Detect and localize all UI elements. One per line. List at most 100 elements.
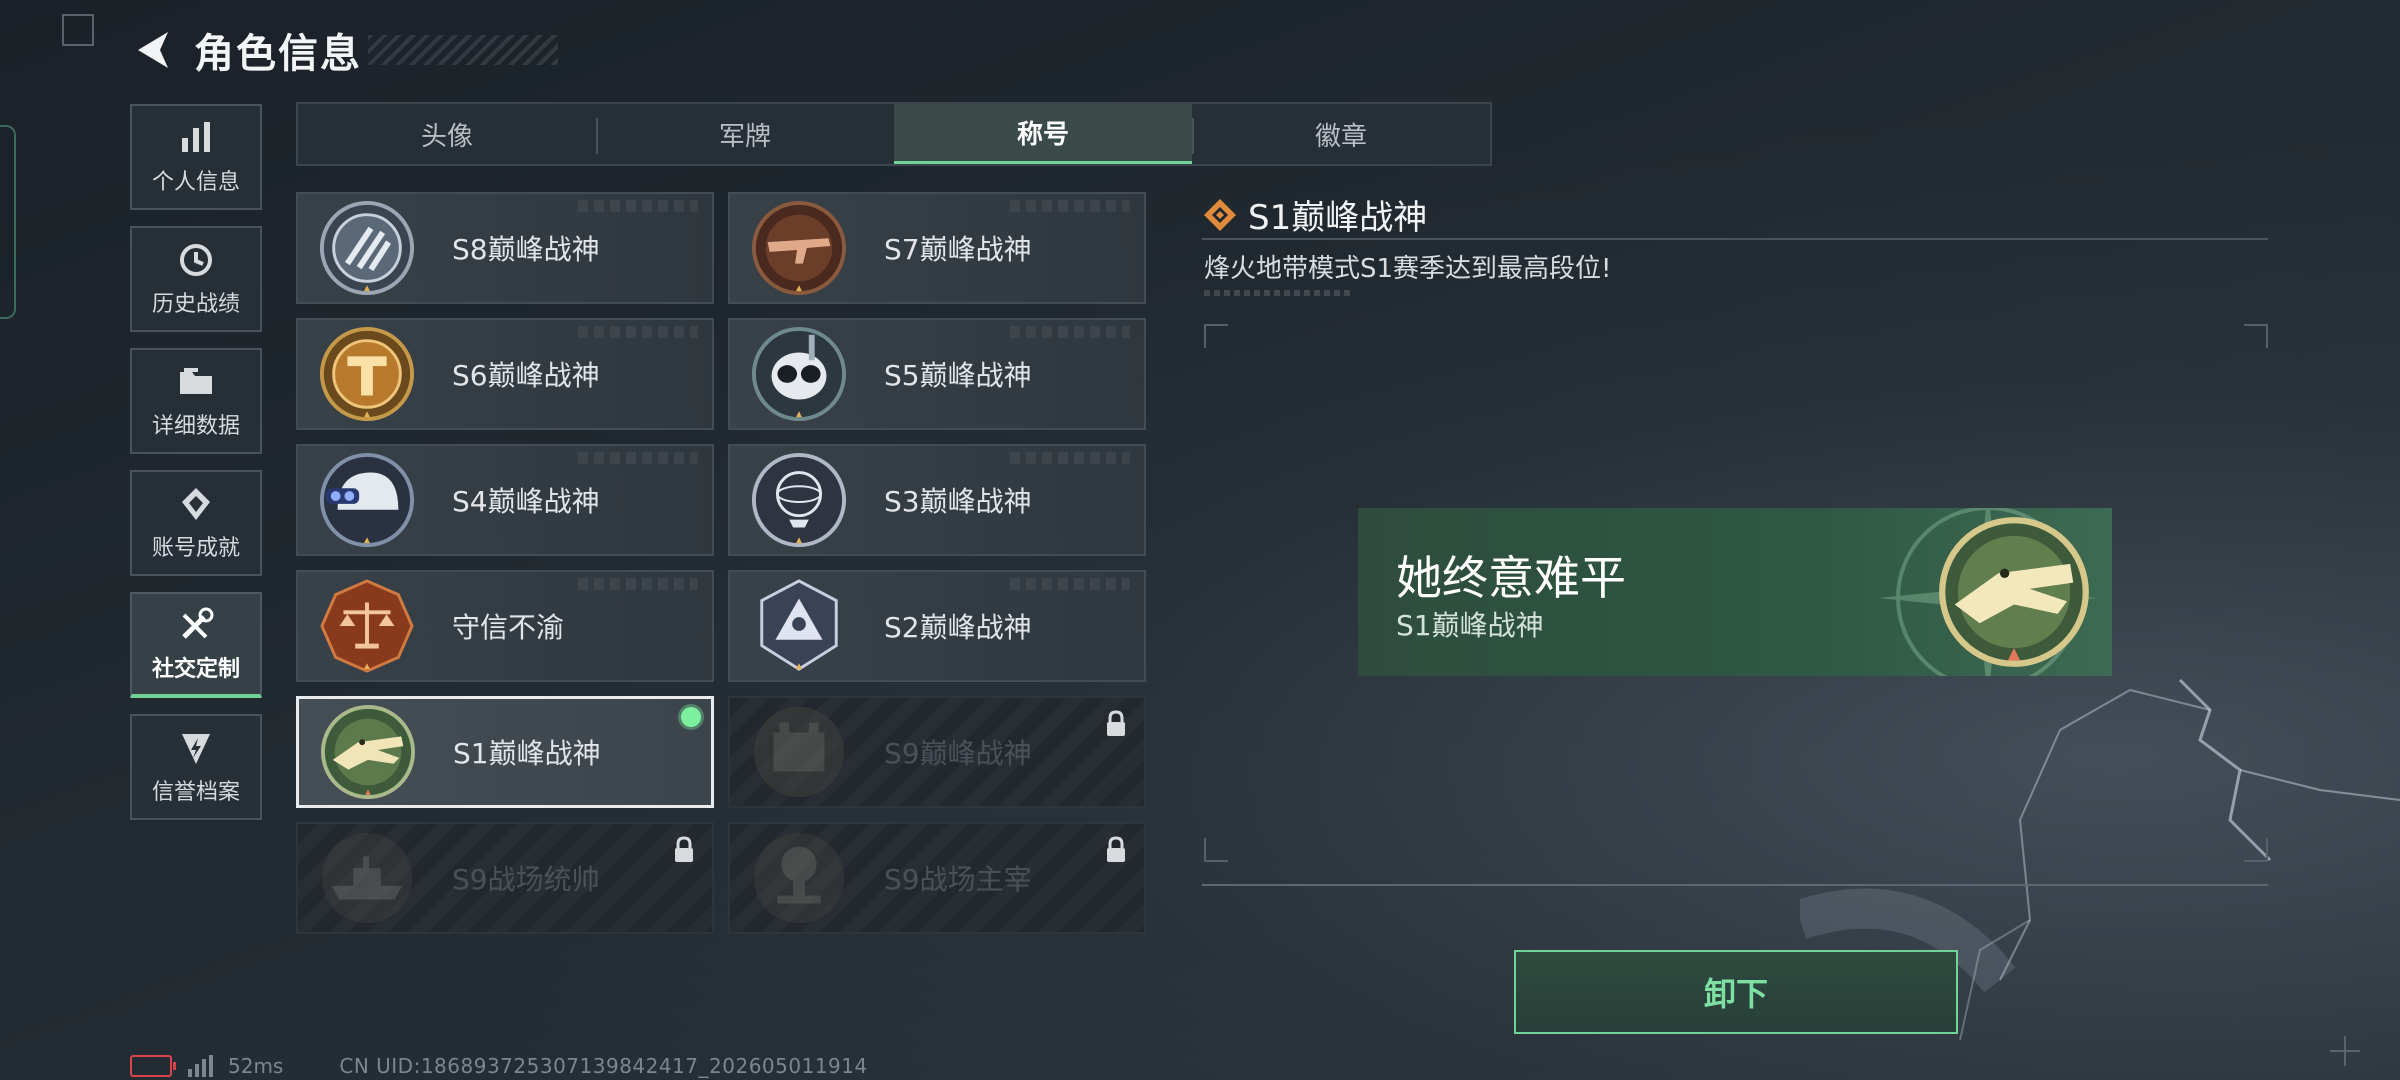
sidebar-item-reputation[interactable]: 信誉档案 [130,714,262,820]
title-card-s8[interactable]: S8巅峰战神 [296,192,714,304]
history-icon [180,244,212,276]
corner-square [62,14,94,46]
frame-corner [2244,324,2268,348]
title-name: S9战场统帅 [452,863,600,896]
s1-crocodile-badge-icon [1939,517,2089,667]
title-name: S2巅峰战神 [884,611,1032,644]
title-name: S6巅峰战神 [452,359,600,392]
frame-corner [2244,838,2268,862]
lock-icon [1107,836,1125,862]
frame-corner [1204,324,1228,348]
player-name: 她终意难平 [1396,551,1626,605]
title-name: S3巅峰战神 [884,485,1032,518]
status-bar: 52ms CN UID:1868937253071398424​17_20260… [130,1054,868,1078]
title-name: 守信不渝 [452,611,565,644]
sidebar-item-detailed-data[interactable]: 详细数据 [130,348,262,454]
divider [1202,884,2268,886]
card-decoration [1010,452,1130,464]
detail-header: S1巅峰战神 [1202,190,1427,239]
title-card-s9-commander[interactable]: S9战场统帅 [296,822,714,934]
tab-avatar[interactable]: 头像 [298,104,596,164]
crosshair-decoration [2330,1036,2360,1066]
s9-warship-badge-icon [321,832,413,924]
tab-title[interactable]: 称号 [894,104,1192,164]
sidebar-item-achievements[interactable]: 账号成就 [130,470,262,576]
sidebar-item-history[interactable]: 历史战绩 [130,226,262,332]
sidebar-item-label: 详细数据 [151,414,240,439]
title-card-s3[interactable]: S3巅峰战神 [728,444,1146,556]
nameplate-preview: 她终意难平 S1巅峰战神 [1358,508,2112,676]
s5-skull-badge-icon [751,326,847,422]
ping-text: 52ms [228,1054,284,1078]
s1-crocodile-badge-icon [320,704,416,800]
title-name: S7巅峰战神 [884,233,1032,266]
s9-explosion-badge-icon [753,832,845,924]
title-name: S8巅峰战神 [452,233,600,266]
sidebar: 个人信息 历史战绩 详细数据 账号成就 社交定制 信誉档案 [130,104,266,836]
sidebar-item-personal-info[interactable]: 个人信息 [130,104,262,210]
folder-icon [180,368,212,394]
card-decoration [578,452,698,464]
lock-icon [675,836,693,862]
title-name: S9巅峰战神 [884,737,1032,770]
card-decoration [578,578,698,590]
sidebar-item-label: 个人信息 [151,170,240,195]
s4-helmet-badge-icon [319,452,415,548]
title-card-s1[interactable]: S1巅峰战神 [296,696,714,808]
card-decoration [1010,578,1130,590]
card-decoration [578,200,698,212]
title-card-s4[interactable]: S4巅峰战神 [296,444,714,556]
tab-bar: 头像 军牌 称号 徽章 [296,102,1492,166]
title-card-s5[interactable]: S5巅峰战神 [728,318,1146,430]
title-card-s7[interactable]: S7巅峰战神 [728,192,1146,304]
detail-title: S1巅峰战神 [1248,198,1428,238]
sidebar-item-label: 历史战绩 [151,292,240,317]
achievement-icon [182,488,210,520]
edge-bracket [0,125,16,319]
card-decoration [1010,200,1130,212]
tab-dogtag[interactable]: 军牌 [596,104,894,164]
bar-chart-icon [182,122,210,152]
header: 角色信息 [130,22,558,78]
title-name: S5巅峰战神 [884,359,1032,392]
s6-shield-badge-icon [319,326,415,422]
battery-icon [130,1055,176,1077]
title-card-keep-faith[interactable]: 守信不渝 [296,570,714,682]
s9-fortress-badge-icon [753,706,845,798]
diamond-icon [1204,198,1236,231]
title-name: S4巅峰战神 [452,485,600,518]
tools-icon [182,607,214,639]
title-card-s2[interactable]: S2巅峰战神 [728,570,1146,682]
title-card-s9-dominator[interactable]: S9战场主宰 [728,822,1146,934]
title-card-s6[interactable]: S6巅峰战神 [296,318,714,430]
lock-icon [1107,710,1125,736]
card-decoration [578,326,698,338]
shield-lightning-icon [182,734,210,764]
s3-globe-badge-icon [751,452,847,548]
divider [1202,238,2268,240]
page-title: 角色信息 [194,31,362,77]
sidebar-item-label: 社交定制 [151,657,240,682]
title-stripes [368,35,558,65]
card-decoration [1010,326,1130,338]
game-screen: 角色信息 个人信息 历史战绩 详细数据 账号成就 社交定制 信誉档案 头像 军牌… [0,0,2400,1080]
sidebar-item-label: 信誉档案 [151,780,240,805]
uid-text: CN UID:1868937253071398424​17_2026050119… [339,1054,868,1078]
back-button[interactable] [130,26,174,74]
nameplate-title: S1巅峰战神 [1396,609,1544,642]
scale-badge-icon [320,579,414,673]
signal-icon [188,1055,213,1077]
frame-corner [1204,838,1228,862]
description-decoration [1204,290,1354,296]
title-card-s9-peak[interactable]: S9巅峰战神 [728,696,1146,808]
back-arrow-icon [138,32,168,68]
sidebar-item-label: 账号成就 [151,536,240,561]
unequip-button[interactable]: 卸下 [1514,950,1958,1034]
sidebar-item-social-custom[interactable]: 社交定制 [130,592,262,698]
detail-description: 烽火地带模式S1赛季达到最高段位! [1204,254,1612,284]
tab-badge[interactable]: 徽章 [1192,104,1490,164]
s7-rifle-badge-icon [751,200,847,296]
s8-stripes-badge-icon [319,200,415,296]
title-name: S1巅峰战神 [453,737,601,770]
title-name: S9战场主宰 [884,863,1032,896]
